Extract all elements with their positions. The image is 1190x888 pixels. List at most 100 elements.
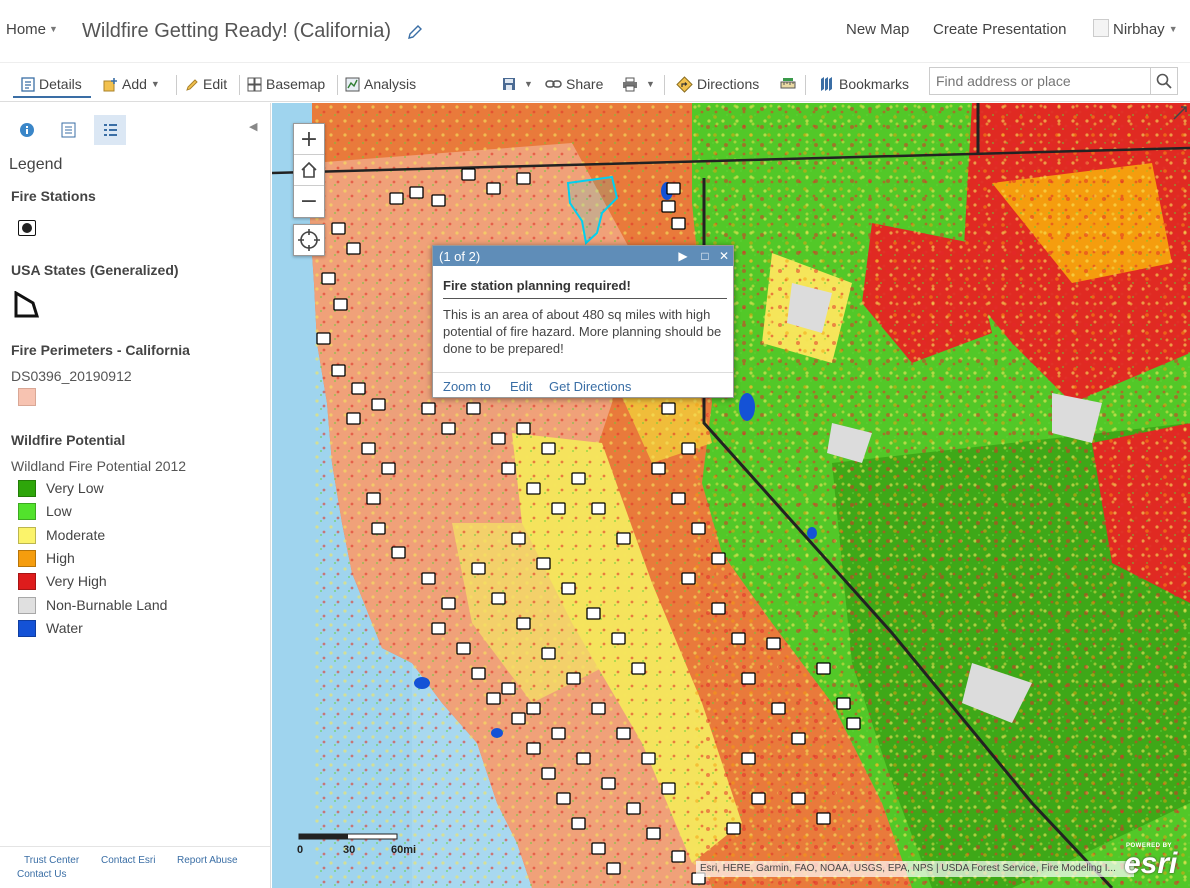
toolbar-divider xyxy=(176,75,177,95)
map-title: Wildfire Getting Ready! (California) xyxy=(82,20,391,42)
avatar[interactable] xyxy=(1093,19,1109,37)
zoom-to-link[interactable]: Zoom to xyxy=(443,379,491,394)
search-button[interactable] xyxy=(1151,67,1178,95)
toolbar-divider xyxy=(337,75,338,95)
scale-label: 0 xyxy=(297,844,304,856)
directions-button[interactable]: Directions xyxy=(676,73,759,95)
home-extent-button[interactable] xyxy=(294,155,324,186)
esri-logo: POWERED BY esri xyxy=(1122,843,1186,881)
print-button[interactable]: ▼ xyxy=(622,73,655,95)
home-menu[interactable]: Home ▼ xyxy=(6,21,58,38)
toolbar-divider xyxy=(664,75,665,95)
collapse-panel-icon[interactable]: ◀ xyxy=(249,120,257,133)
feature-popup: (1 of 2) ▶ □ ✕ Fire station planning req… xyxy=(432,245,734,398)
legend-item: Water xyxy=(18,619,83,637)
search-input[interactable] xyxy=(929,67,1151,95)
legend-item-label: Moderate xyxy=(46,527,106,543)
edit-link[interactable]: Edit xyxy=(510,379,532,394)
map-view[interactable]: + − (1 of 2) ▶ □ ✕ Fire station planning… xyxy=(272,103,1190,888)
map-attribution[interactable]: Esri, HERE, Garmin, FAO, NOAA, USGS, EPA… xyxy=(696,861,1134,877)
legend-swatch xyxy=(18,526,36,544)
add-label: Add xyxy=(122,76,147,92)
legend-heading: Legend xyxy=(9,156,63,173)
user-menu[interactable]: Nirbhay ▼ xyxy=(1113,21,1178,38)
measure-button[interactable] xyxy=(780,73,800,95)
close-icon[interactable]: ✕ xyxy=(716,248,732,264)
popup-divider xyxy=(443,298,727,299)
pencil-icon[interactable] xyxy=(407,24,423,40)
active-tab-indicator xyxy=(13,96,91,98)
info-icon xyxy=(20,123,34,137)
analysis-label: Analysis xyxy=(364,76,417,92)
legend-item-label: Very High xyxy=(46,573,107,589)
next-feature-icon[interactable]: ▶ xyxy=(675,248,691,264)
legend-panel: ◀ Legend Fire Stations USA States (Gener… xyxy=(0,103,279,888)
locate-button[interactable] xyxy=(293,224,325,256)
home-label: Home xyxy=(6,21,47,38)
get-directions-link[interactable]: Get Directions xyxy=(549,379,631,394)
fire-perimeter-swatch xyxy=(18,388,36,406)
scale-label: 60mi xyxy=(391,844,417,856)
scale-label: 30 xyxy=(343,844,356,856)
layer-sublabel-wildfire-potential: Wildland Fire Potential 2012 xyxy=(11,458,187,474)
popup-header: (1 of 2) ▶ □ ✕ xyxy=(433,246,733,266)
contact-esri-link[interactable]: Contact Esri xyxy=(101,855,155,866)
popup-divider xyxy=(433,372,733,373)
trust-center-link[interactable]: Trust Center xyxy=(24,855,79,866)
new-map-link[interactable]: New Map xyxy=(846,21,909,38)
legend-tab[interactable] xyxy=(94,115,126,145)
report-abuse-link[interactable]: Report Abuse xyxy=(177,855,238,866)
details-button[interactable]: Details xyxy=(21,73,82,95)
share-button[interactable]: Share xyxy=(545,73,603,95)
zoom-in-button[interactable]: + xyxy=(294,124,324,155)
layer-title-usa-states: USA States (Generalized) xyxy=(11,262,179,278)
wildfire-potential-map[interactable] xyxy=(272,103,1190,888)
share-link-icon xyxy=(545,80,562,88)
top-header: Home ▼ Wildfire Getting Ready! (Californi… xyxy=(0,0,1190,62)
measure-ruler-icon xyxy=(780,77,796,88)
fire-station-symbol-icon xyxy=(18,220,36,236)
popup-count: (1 of 2) xyxy=(439,249,481,264)
save-button[interactable]: ▼ xyxy=(502,73,533,95)
share-label: Share xyxy=(566,76,604,92)
edit-label: Edit xyxy=(203,76,228,92)
edit-pencil-icon xyxy=(186,78,198,91)
legend-item-label: Very Low xyxy=(46,480,104,496)
save-icon xyxy=(503,78,515,90)
bookmarks-label: Bookmarks xyxy=(839,76,910,92)
toolbar-divider xyxy=(805,75,806,95)
legend-item: High xyxy=(18,549,75,567)
legend-swatch xyxy=(18,572,36,590)
legend-item-label: Non-Burnable Land xyxy=(46,597,168,613)
chevron-down-icon: ▼ xyxy=(1168,24,1178,34)
search-icon xyxy=(1156,73,1172,89)
layer-sublabel-fire-perimeters: DS0396_20190912 xyxy=(11,368,132,384)
basemap-grid-icon xyxy=(247,77,262,91)
legend-item: Low xyxy=(18,502,72,520)
edit-button[interactable]: Edit xyxy=(186,73,227,95)
locate-crosshair-icon xyxy=(298,229,320,251)
create-presentation-link[interactable]: Create Presentation xyxy=(933,21,1066,38)
layer-title-wildfire-potential: Wildfire Potential xyxy=(11,432,126,448)
details-label: Details xyxy=(39,76,82,92)
bookmarks-icon xyxy=(821,77,832,91)
layer-title-fire-perimeters: Fire Perimeters - California xyxy=(11,342,190,358)
maximize-icon[interactable]: □ xyxy=(697,248,713,264)
chevron-down-icon: ▼ xyxy=(49,24,58,34)
home-icon xyxy=(301,161,317,178)
add-button[interactable]: Add ▼ xyxy=(103,73,160,95)
user-name: Nirbhay xyxy=(1113,21,1165,38)
content-tab[interactable] xyxy=(52,115,84,145)
basemap-button[interactable]: Basemap xyxy=(247,73,325,95)
legend-list-icon xyxy=(103,124,117,136)
analysis-button[interactable]: Analysis xyxy=(345,73,416,95)
expand-map-icon[interactable] xyxy=(1172,105,1188,121)
esri-wordmark: esri xyxy=(1124,847,1178,880)
contact-us-link[interactable]: Contact Us xyxy=(17,869,66,880)
analysis-icon xyxy=(345,77,360,91)
bookmarks-button[interactable]: Bookmarks xyxy=(819,73,909,95)
zoom-out-button[interactable]: − xyxy=(294,186,324,217)
about-tab[interactable] xyxy=(11,115,43,145)
chevron-down-icon: ▼ xyxy=(646,79,655,89)
popup-body: This is an area of about 480 sq miles wi… xyxy=(443,307,722,356)
